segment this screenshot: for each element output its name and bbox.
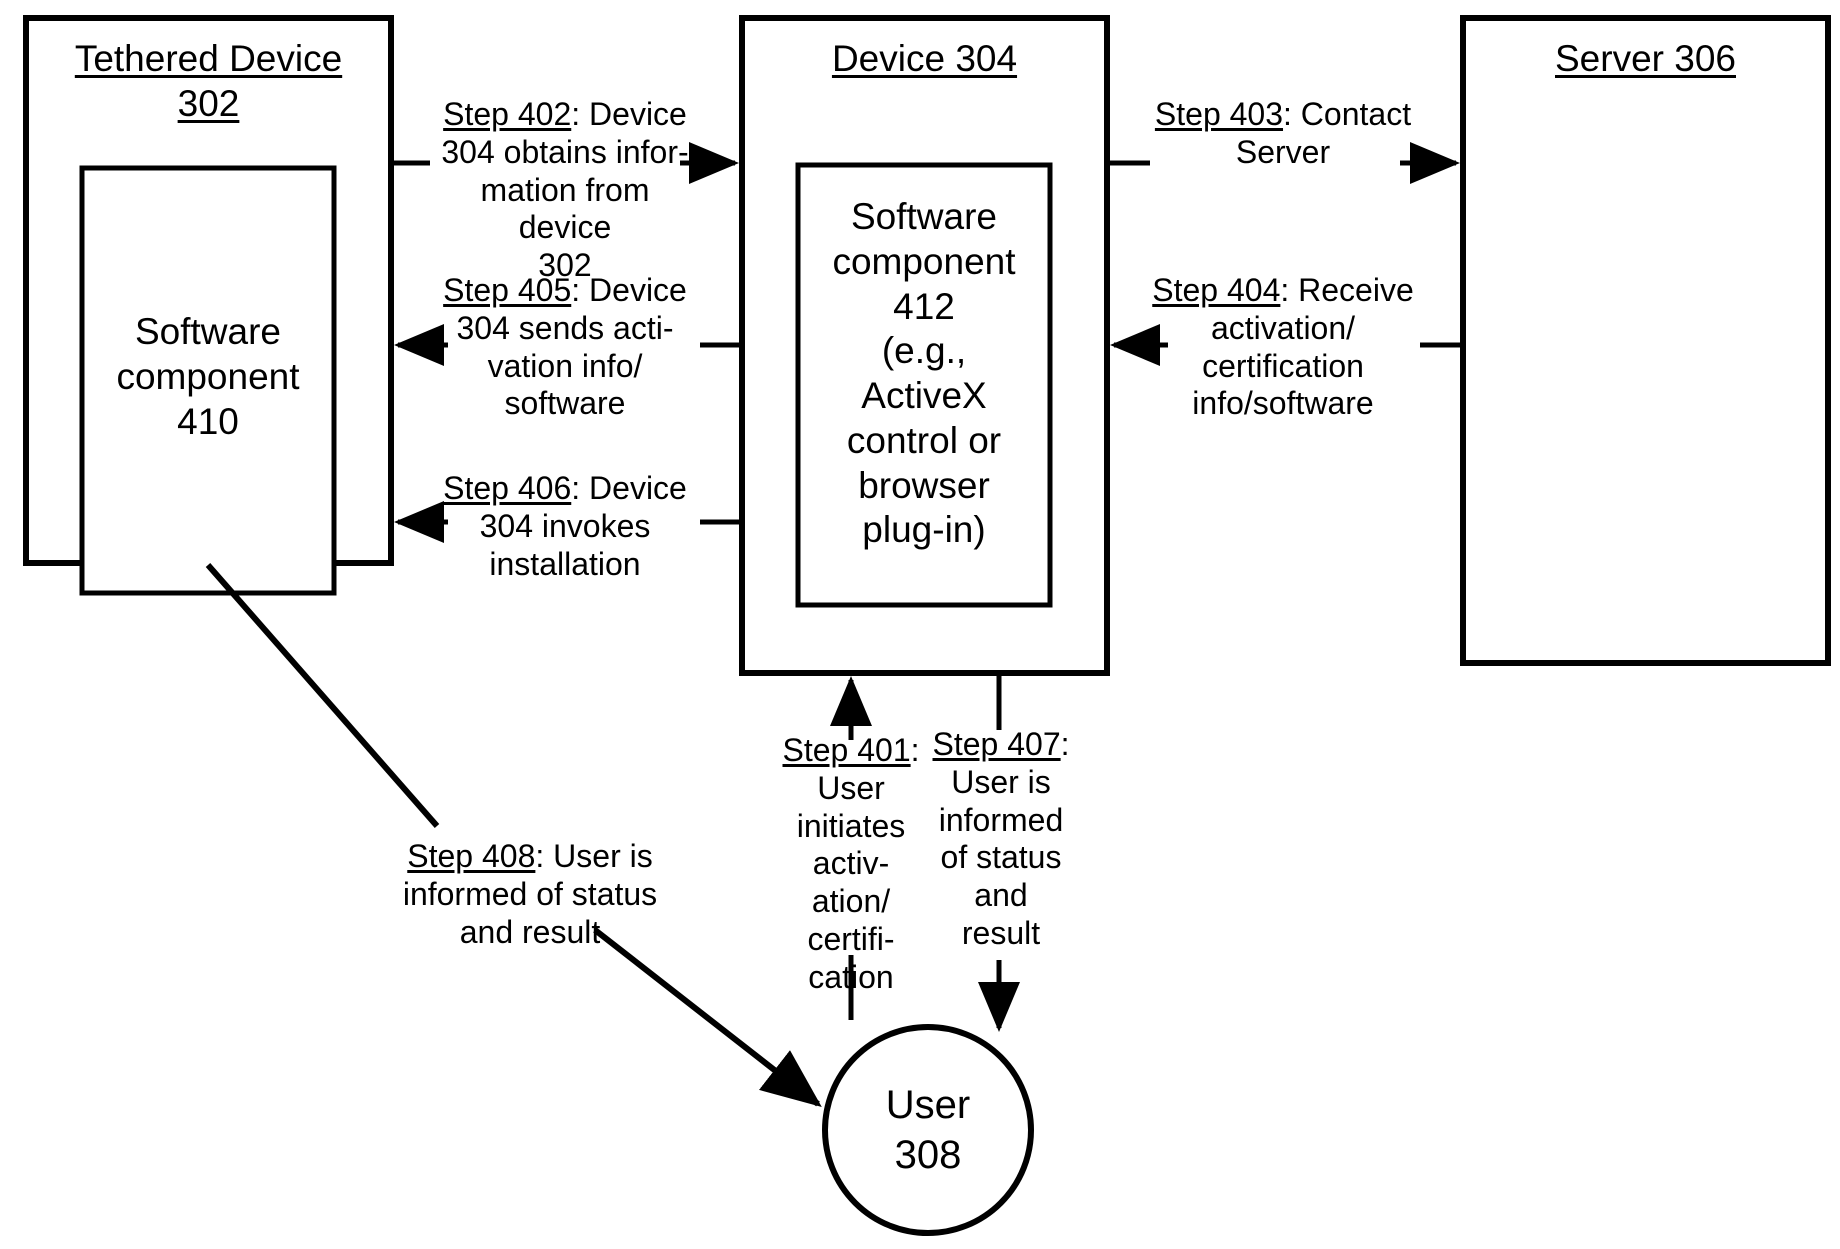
step-408-connector: [205, 563, 440, 828]
step-408-id: Step 408: [407, 838, 536, 874]
step-406-label: Step 406: Device 304 invokes installatio…: [432, 470, 698, 583]
step-404-text-line-1: activation/: [1210, 309, 1356, 346]
step-403-text-head: : Contact: [1283, 96, 1412, 132]
step-407-text-line-3: of status: [940, 839, 1062, 876]
software-component-410-label: Software component 410: [116, 311, 300, 442]
step-403-label: Step 403: Contact Server: [1150, 96, 1416, 172]
tethered-device-302-title: Tethered Device 302: [74, 38, 343, 125]
step-401-text-line-4: ation/: [811, 883, 891, 919]
step-408-label: Step 408: User is informed of status and…: [370, 838, 690, 951]
step-401-text-line-5: certifi-: [807, 920, 895, 957]
step-401-text-line-1: User: [817, 769, 885, 806]
step-405-text-line-1: 304 sends acti-: [456, 309, 674, 346]
step-408-text-line-1: informed of status: [402, 875, 658, 912]
diagram-vector-layer: [23, 15, 1831, 1236]
step-405-id: Step 405: [443, 272, 572, 308]
step-407-id: Step 407: [932, 726, 1061, 762]
step-407-text-line-2: informed: [938, 801, 1064, 838]
step-407-text-head: :: [1060, 726, 1070, 762]
software-component-412-label: Software component 412 (e.g., ActiveX co…: [832, 196, 1016, 551]
patent-diagram-canvas: Tethered Device 302 Software component 4…: [0, 0, 1840, 1249]
server-306-title: Server 306: [1555, 38, 1736, 79]
step-408-text-head: : User is: [535, 838, 653, 874]
server-306-box: [1460, 15, 1831, 666]
step-405-label: Step 405: Device 304 sends acti- vation …: [432, 272, 698, 423]
user-308-label: User 308: [885, 1083, 971, 1177]
step-406-id: Step 406: [443, 470, 572, 506]
device-304-title: Device 304: [831, 38, 1018, 79]
step-407-text-line-1: User is: [951, 763, 1051, 800]
step-404-id: Step 404: [1152, 272, 1281, 308]
step-401-text-line-2: initiates: [796, 807, 906, 844]
step-403-id: Step 403: [1154, 96, 1284, 132]
step-405-text-line-3: software: [504, 385, 626, 422]
step-401-text-line-6: cation: [808, 958, 894, 995]
step-407-text-line-4: and: [974, 877, 1028, 913]
step-404-text-head: : Receive: [1280, 272, 1414, 308]
step-405-text-line-2: vation info/: [487, 347, 643, 384]
step-404-text-line-3: info/software: [1192, 385, 1374, 422]
step-404-label: Step 404: Receive activation/ certificat…: [1150, 272, 1416, 423]
step-406-text-line-1: 304 invokes: [479, 507, 651, 544]
step-401-text-line-3: activ-: [812, 845, 890, 882]
step-401-label: Step 401: User initiates activ- ation/ c…: [766, 732, 936, 996]
step-403-text-line-1: Server: [1235, 133, 1331, 170]
step-402-text-line-2: mation from device: [480, 171, 650, 246]
step-405-text-head: : Device: [571, 272, 687, 308]
step-402-text-line-1: 304 obtains infor-: [441, 133, 689, 170]
step-401-id: Step 401: [782, 732, 911, 768]
step-407-label: Step 407: User is informed of status and…: [916, 726, 1086, 953]
step-408-text-line-2: and result: [459, 913, 601, 950]
step-406-text-line-2: installation: [489, 545, 641, 582]
step-406-text-head: : Device: [571, 470, 687, 506]
step-407-text-line-5: result: [961, 914, 1041, 951]
step-402-text-head: : Device: [571, 96, 687, 132]
step-402-label: Step 402: Device 304 obtains infor- mati…: [432, 96, 698, 285]
step-402-id: Step 402: [443, 96, 572, 132]
step-404-text-line-2: certification: [1202, 347, 1364, 384]
